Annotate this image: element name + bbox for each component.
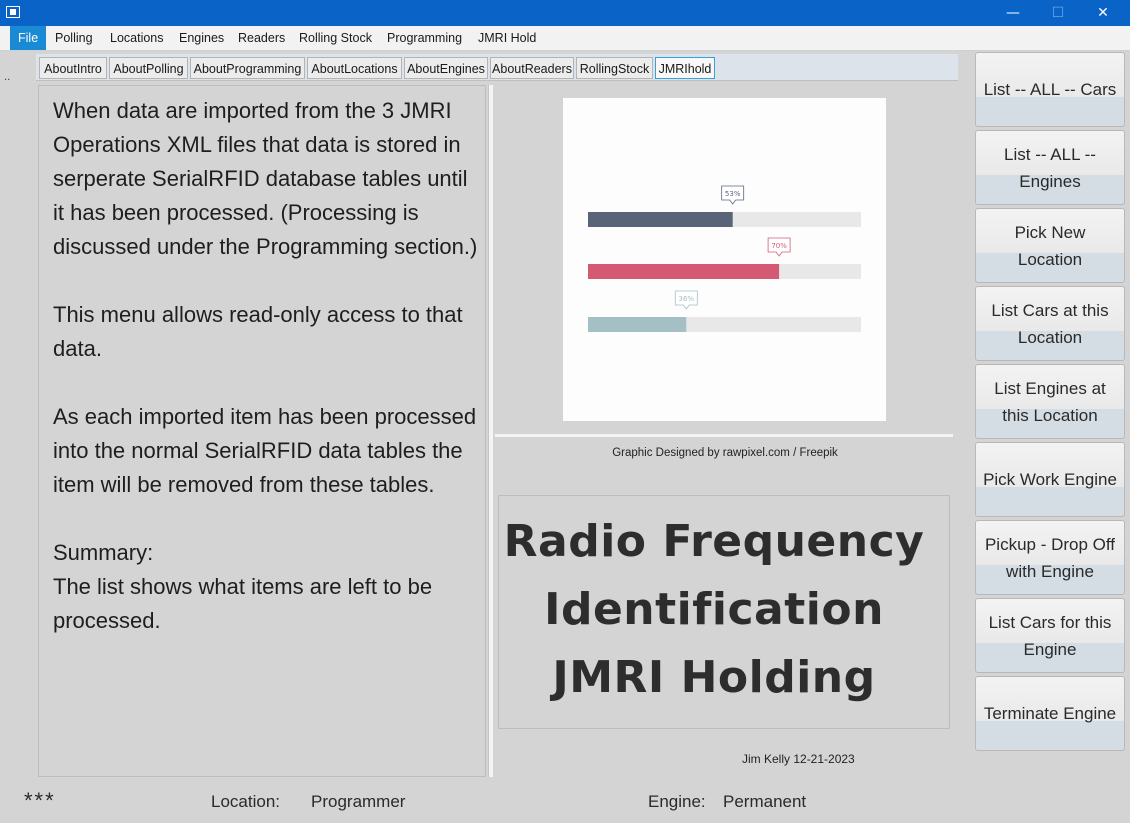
menu-polling[interactable]: Polling bbox=[47, 26, 101, 50]
progress-label: 70% bbox=[771, 242, 787, 250]
list-all-engines-button[interactable]: List -- ALL -- Engines bbox=[975, 130, 1125, 205]
title-panel: Radio Frequency Identification JMRI Hold… bbox=[498, 495, 950, 729]
title-bar: — ☐ ✕ bbox=[0, 0, 1130, 26]
menu-engines[interactable]: Engines bbox=[171, 26, 232, 50]
tab-about-programming[interactable]: AboutProgramming bbox=[190, 57, 305, 79]
app-icon bbox=[6, 6, 20, 18]
minimize-button[interactable]: — bbox=[990, 0, 1036, 26]
tab-about-engines[interactable]: AboutEngines bbox=[404, 57, 488, 79]
menu-bar: File Polling Locations Engines Readers R… bbox=[0, 26, 1130, 51]
status-stars: *** bbox=[24, 788, 56, 813]
status-bar: *** Location: Programmer Engine: Permane… bbox=[0, 786, 1130, 823]
pick-new-location-button[interactable]: Pick New Location bbox=[975, 208, 1125, 283]
menu-readers[interactable]: Readers bbox=[230, 26, 293, 50]
list-engines-at-location-button[interactable]: List Engines at this Location bbox=[975, 364, 1125, 439]
menu-file[interactable]: File bbox=[10, 26, 47, 50]
progress-fill bbox=[588, 317, 687, 332]
app-window: — ☐ ✕ File Polling Locations Engines Rea… bbox=[0, 0, 1130, 823]
menu-jmri-hold[interactable]: JMRI Hold bbox=[470, 26, 544, 50]
split-pane-divider[interactable] bbox=[488, 85, 493, 777]
description-panel[interactable]: When data are imported from the 3 JMRI O… bbox=[38, 85, 486, 777]
progress-fill bbox=[588, 264, 780, 279]
tab-about-polling[interactable]: AboutPolling bbox=[109, 57, 188, 79]
menu-locations[interactable]: Locations bbox=[102, 26, 172, 50]
engine-label: Engine: bbox=[648, 792, 706, 811]
tab-about-locations[interactable]: AboutLocations bbox=[307, 57, 402, 79]
progress-bars-chart: 53% 70% 36% bbox=[588, 185, 861, 332]
progress-label: 53% bbox=[725, 190, 741, 198]
progress-label: 36% bbox=[678, 295, 694, 303]
pickup-drop-off-button[interactable]: Pickup - Drop Off with Engine bbox=[975, 520, 1125, 595]
tab-about-intro[interactable]: AboutIntro bbox=[39, 57, 107, 79]
graphic-credit: Graphic Designed by rawpixel.com / Freep… bbox=[612, 447, 838, 459]
list-cars-at-location-button[interactable]: List Cars at this Location bbox=[975, 286, 1125, 361]
menu-rolling-stock[interactable]: Rolling Stock bbox=[291, 26, 380, 50]
list-all-cars-button[interactable]: List -- ALL -- Cars bbox=[975, 52, 1125, 127]
title-line-3: JMRI Holding bbox=[552, 652, 876, 703]
title-line-1: Radio Frequency bbox=[503, 516, 925, 567]
close-button[interactable]: ✕ bbox=[1080, 0, 1126, 26]
progress-fill bbox=[588, 212, 733, 227]
list-cars-for-engine-button[interactable]: List Cars for this Engine bbox=[975, 598, 1125, 673]
description-text: When data are imported from the 3 JMRI O… bbox=[53, 98, 478, 633]
author-credit: Jim Kelly 12-21-2023 bbox=[742, 752, 855, 766]
tab-jmri-hold[interactable]: JMRIhold bbox=[655, 57, 715, 79]
engine-value: Permanent bbox=[723, 792, 807, 811]
progress-graphic: 53% 70% 36% bbox=[563, 98, 886, 421]
location-value: Programmer bbox=[311, 792, 406, 811]
divider bbox=[495, 434, 953, 437]
maximize-button[interactable]: ☐ bbox=[1035, 0, 1081, 26]
side-marker: .. bbox=[4, 72, 11, 83]
menu-programming[interactable]: Programming bbox=[379, 26, 470, 50]
tab-rolling-stock[interactable]: RollingStock bbox=[576, 57, 653, 79]
tab-strip: AboutIntro AboutPolling AboutProgramming… bbox=[36, 54, 958, 81]
terminate-engine-button[interactable]: Terminate Engine bbox=[975, 676, 1125, 751]
location-label: Location: bbox=[211, 792, 280, 811]
tab-about-readers[interactable]: AboutReaders bbox=[490, 57, 574, 79]
pick-work-engine-button[interactable]: Pick Work Engine bbox=[975, 442, 1125, 517]
title-line-2: Identification bbox=[544, 584, 884, 635]
